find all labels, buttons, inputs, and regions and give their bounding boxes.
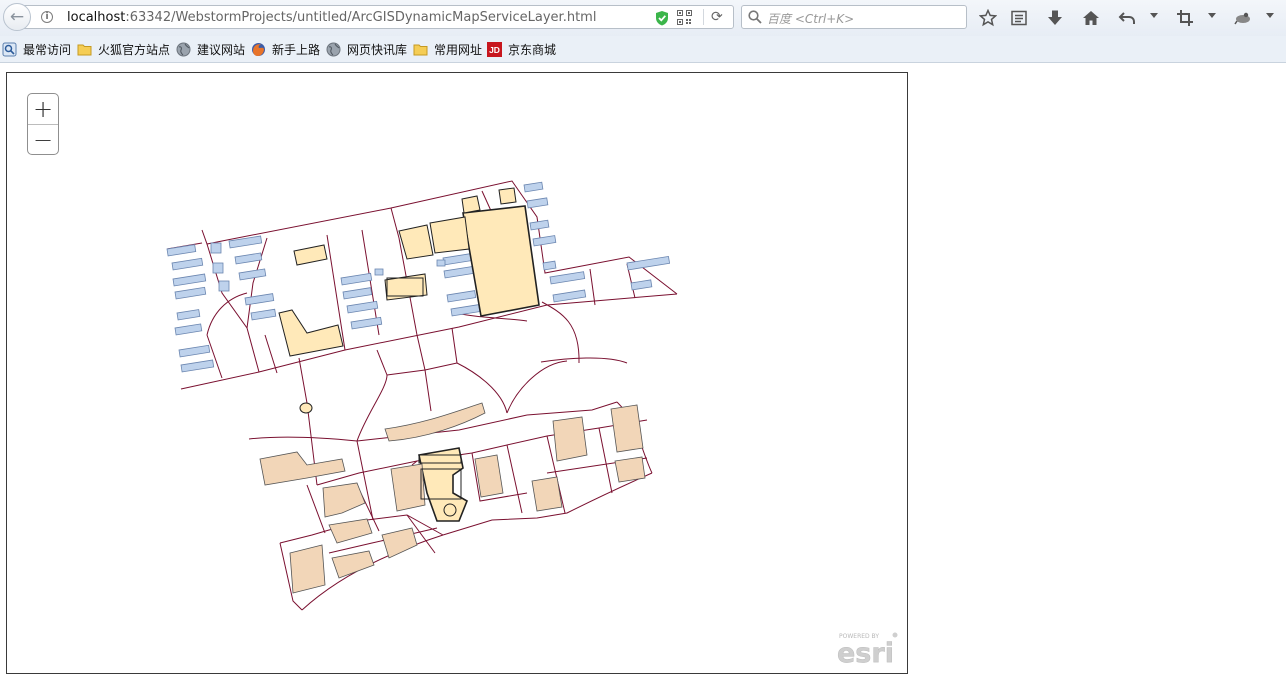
firefox-icon: [252, 43, 265, 56]
search-bar[interactable]: 百度 <Ctrl+K>: [741, 5, 967, 29]
bookmark-jd[interactable]: JD 京东商城: [487, 41, 556, 58]
bookmark-label: 新手上路: [272, 43, 321, 57]
bookmark-frequent[interactable]: 最常访问: [2, 41, 71, 58]
bookmark-label: 常用网址: [434, 43, 483, 57]
esri-dot: [892, 632, 898, 638]
map-layer[interactable]: [7, 73, 907, 673]
url-separator: [703, 9, 704, 25]
search-icon: [748, 10, 762, 24]
zoom-control: + −: [27, 93, 59, 155]
bookmark-label: 最常访问: [23, 43, 72, 57]
bookmark-label: 网页快讯库: [347, 43, 408, 57]
crop-dropdown-icon[interactable]: [1208, 13, 1216, 18]
esri-logo: POWERED BY esri: [837, 632, 898, 665]
zoom-in-button[interactable]: +: [28, 94, 58, 125]
menu-dropdown-icon[interactable]: [1266, 13, 1274, 18]
globe-icon: [176, 42, 191, 57]
bookmark-star-icon[interactable]: [978, 8, 998, 28]
url-host: localhost: [67, 10, 126, 25]
bookmark-label: 建议网站: [197, 43, 246, 57]
undo-icon[interactable]: [1117, 8, 1137, 28]
qr-code-icon[interactable]: [677, 10, 692, 25]
search-placeholder: 百度 <Ctrl+K>: [767, 12, 855, 26]
url-bar[interactable]: i localhost:63342/WebstormProjects/untit…: [24, 5, 734, 29]
shield-check-icon[interactable]: [655, 10, 669, 26]
globe-icon: [326, 42, 341, 57]
esri-wordmark: esri: [837, 638, 894, 665]
map-view[interactable]: + − POWERED BY esri: [6, 72, 908, 674]
bookmark-firefox-sites[interactable]: 火狐官方站点: [77, 41, 170, 58]
bookmark-getting-started[interactable]: 新手上路: [251, 41, 320, 58]
bookmark-label: 火狐官方站点: [98, 43, 171, 57]
folder-icon: [77, 44, 92, 56]
reading-list-icon[interactable]: [1009, 8, 1029, 28]
site-info-icon[interactable]: i: [41, 11, 53, 23]
svg-text:JD: JD: [489, 45, 500, 55]
undo-dropdown-icon[interactable]: [1150, 13, 1158, 18]
home-icon[interactable]: [1081, 8, 1101, 28]
screenshot-crop-icon[interactable]: [1175, 8, 1195, 28]
reload-icon[interactable]: ⟳: [711, 9, 723, 25]
bookmark-suggested[interactable]: 建议网站: [176, 41, 245, 58]
back-arrow-icon: ←: [9, 7, 25, 27]
bookmark-web-slices[interactable]: 网页快讯库: [326, 41, 407, 58]
extension-icon[interactable]: [1233, 8, 1253, 28]
url-path: :63342/WebstormProjects/untitled/ArcGISD…: [125, 10, 597, 25]
back-button[interactable]: ←: [3, 3, 31, 31]
jd-icon: JD: [487, 42, 502, 57]
bookmarks-toolbar: 最常访问 火狐官方站点 建议网站 新手上路 网页快讯库 常用网址 JD 京东商城: [0, 36, 1286, 63]
bookmark-common-sites[interactable]: 常用网址: [413, 41, 482, 58]
folder-icon: [413, 44, 428, 56]
download-icon[interactable]: [1045, 8, 1065, 28]
frequent-icon: [2, 42, 17, 57]
url-text[interactable]: localhost:63342/WebstormProjects/untitle…: [67, 10, 596, 25]
navigation-toolbar: i localhost:63342/WebstormProjects/untit…: [0, 0, 1286, 36]
zoom-out-button[interactable]: −: [28, 125, 58, 155]
bookmark-label: 京东商城: [508, 43, 557, 57]
